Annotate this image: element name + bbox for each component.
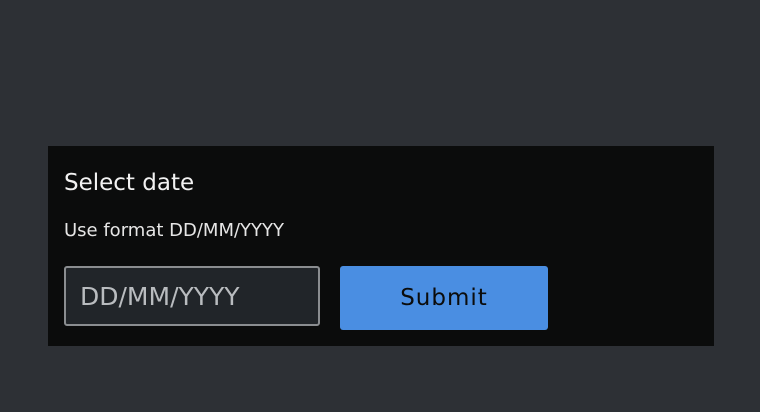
form-title: Select date <box>64 170 195 196</box>
date-form-panel: Select date Use format DD/MM/YYYY Submit <box>48 146 714 346</box>
format-hint: Use format DD/MM/YYYY <box>64 220 285 241</box>
submit-button[interactable]: Submit <box>340 266 548 330</box>
date-input[interactable] <box>64 266 320 326</box>
